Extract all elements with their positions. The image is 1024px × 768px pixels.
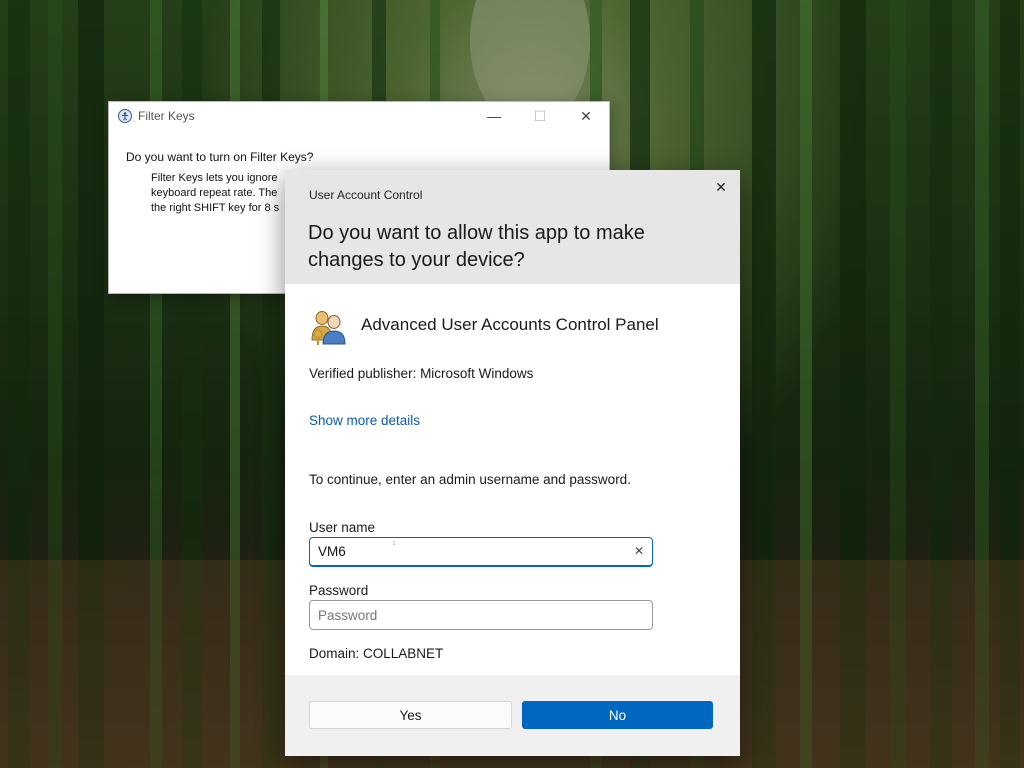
no-button[interactable]: No [522,701,713,729]
app-info: Advanced User Accounts Control Panel [309,304,659,346]
publisher-text: Verified publisher: Microsoft Windows [309,366,534,381]
filter-keys-description: Filter Keys lets you ignore keyboard rep… [151,171,291,216]
domain-text: Domain: COLLABNET [309,646,444,661]
users-keys-icon [311,311,346,345]
app-name: Advanced User Accounts Control Panel [361,315,659,334]
filter-keys-question: Do you want to turn on Filter Keys? [126,150,314,164]
close-icon[interactable]: ✕ [711,177,731,197]
description-line: Filter Keys lets you ignore [151,172,278,184]
yes-button[interactable]: Yes [309,701,512,729]
password-label: Password [309,583,369,598]
description-line: keyboard repeat rate. The [151,187,278,199]
text-cursor-icon [393,541,395,545]
uac-title: User Account Control [309,188,423,202]
clear-text-icon[interactable]: ✕ [631,543,647,559]
description-line: the right SHIFT key for 8 s [151,202,280,214]
username-label: User name [309,520,376,535]
credentials-instructions: To continue, enter an admin username and… [309,472,631,487]
filter-keys-title: Filter Keys [138,109,195,123]
show-more-details-link[interactable]: Show more details [309,413,420,428]
uac-question: Do you want to allow this app to make ch… [308,222,645,271]
minimize-button[interactable]: — [471,102,517,130]
close-button[interactable]: ✕ [563,102,609,130]
accessibility-icon [118,109,132,123]
username-input[interactable] [309,537,653,567]
filter-keys-titlebar[interactable]: Filter Keys — ☐ ✕ [109,102,609,130]
uac-header: User Account Control ✕ Do you want to al… [285,170,740,284]
uac-dialog[interactable]: User Account Control ✕ Do you want to al… [285,170,740,756]
password-input[interactable] [309,600,653,630]
maximize-button[interactable]: ☐ [517,102,563,130]
